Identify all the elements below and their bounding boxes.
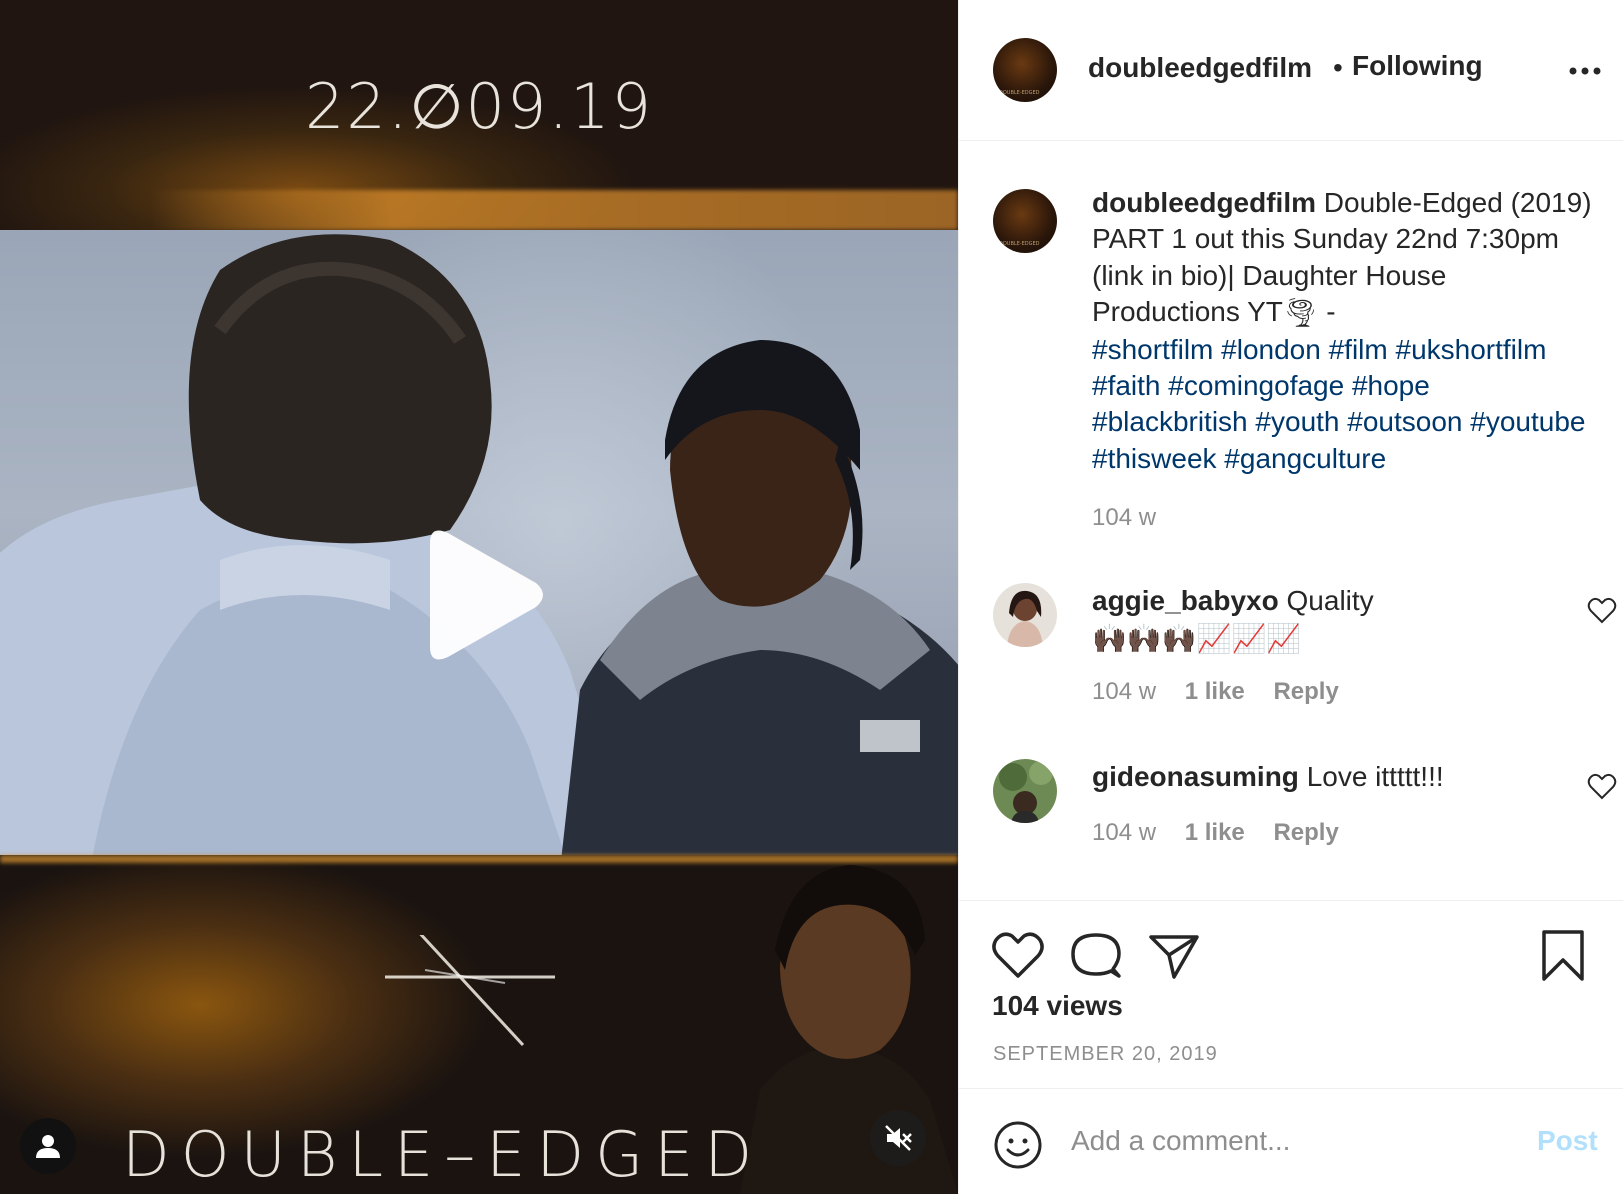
- muted-speaker-icon: [885, 1125, 912, 1151]
- caption-text: doubleedgedfilm Double-Edged (2019) PART…: [1092, 185, 1592, 477]
- post-actions: 104 views SEPTEMBER 20, 2019: [959, 900, 1623, 1089]
- tornado-emoji: 🌪: [1282, 297, 1319, 329]
- comment-emojis: 🙌🏿🙌🏿🙌🏿📈📈📈: [1092, 622, 1302, 654]
- logo-cross-mark: [385, 935, 555, 1047]
- post-date[interactable]: SEPTEMBER 20, 2019: [993, 1043, 1218, 1066]
- hashtag[interactable]: #hope: [1352, 370, 1430, 401]
- video-date-overlay: 22.∅09.19: [304, 70, 654, 143]
- mute-button[interactable]: [870, 1110, 926, 1166]
- comment-likes[interactable]: 1 like: [1185, 678, 1245, 705]
- save-bookmark-icon[interactable]: [1536, 929, 1590, 981]
- author-avatar[interactable]: DOUBLE-EDGED: [993, 38, 1057, 102]
- comment-timestamp[interactable]: 104 w: [1092, 678, 1156, 705]
- comment-text: gideonasuming Love ittttt!!!: [1092, 759, 1547, 795]
- hashtag[interactable]: #comingofage: [1168, 370, 1344, 401]
- comment-text: aggie_babyxo Quality 🙌🏿🙌🏿🙌🏿📈📈📈: [1092, 583, 1547, 657]
- reply-button[interactable]: Reply: [1273, 819, 1338, 846]
- commenter-avatar[interactable]: [993, 583, 1057, 647]
- comment-like-heart-icon[interactable]: [1587, 597, 1617, 625]
- emoji-picker-icon[interactable]: [992, 1119, 1044, 1171]
- hashtag[interactable]: #gangculture: [1224, 443, 1386, 474]
- hashtag[interactable]: #shortfilm: [1092, 334, 1213, 365]
- comment-body: Quality: [1286, 585, 1374, 616]
- hashtag[interactable]: #thisweek: [1092, 443, 1217, 474]
- post-video[interactable]: 22.∅09.19 DOUBLE–EDGED: [0, 0, 958, 1194]
- comment-meta: 104 w 1 like Reply: [1092, 678, 1361, 706]
- post-header: DOUBLE-EDGED doubleedgedfilm • Following: [959, 0, 1623, 141]
- comment-like-heart-icon[interactable]: [1587, 773, 1617, 801]
- comment-likes[interactable]: 1 like: [1185, 819, 1245, 846]
- add-comment-bar: Post: [959, 1089, 1623, 1194]
- comment-input[interactable]: [1071, 1111, 1491, 1171]
- view-count[interactable]: 104 views: [992, 990, 1123, 1022]
- hashtag[interactable]: #youth: [1255, 406, 1339, 437]
- hashtag[interactable]: #outsoon: [1347, 406, 1462, 437]
- tagged-users-button[interactable]: [20, 1118, 76, 1174]
- commenter-avatar[interactable]: [993, 759, 1057, 823]
- comment-meta: 104 w 1 like Reply: [1092, 819, 1361, 847]
- following-button[interactable]: Following: [1352, 50, 1483, 82]
- play-icon[interactable]: [418, 525, 548, 665]
- caption-avatar[interactable]: DOUBLE-EDGED: [993, 189, 1057, 253]
- hashtag[interactable]: #faith: [1092, 370, 1161, 401]
- caption-username[interactable]: doubleedgedfilm: [1092, 187, 1316, 218]
- comment-timestamp[interactable]: 104 w: [1092, 819, 1156, 846]
- light-streak: [150, 190, 958, 230]
- caption-dash: -: [1318, 295, 1336, 327]
- video-title-overlay: DOUBLE–EDGED: [122, 1118, 764, 1191]
- post-comment-button[interactable]: Post: [1537, 1125, 1598, 1157]
- commenter-username[interactable]: gideonasuming: [1092, 761, 1299, 792]
- like-heart-icon[interactable]: [991, 929, 1045, 981]
- commenter-username[interactable]: aggie_babyxo: [1092, 585, 1279, 616]
- hashtag[interactable]: #london: [1221, 334, 1321, 365]
- post-side-panel: DOUBLE-EDGED doubleedgedfilm • Following…: [958, 0, 1623, 1194]
- hashtag[interactable]: #blackbritish: [1092, 406, 1248, 437]
- reply-button[interactable]: Reply: [1273, 678, 1338, 705]
- share-plane-icon[interactable]: [1147, 929, 1201, 981]
- caption-timestamp[interactable]: 104 w: [1092, 504, 1156, 532]
- user-icon: [36, 1135, 60, 1158]
- header-separator: •: [1333, 52, 1343, 83]
- author-username[interactable]: doubleedgedfilm: [1088, 52, 1312, 84]
- comment-body: Love ittttt!!!: [1306, 761, 1444, 792]
- hashtag[interactable]: #film: [1329, 334, 1388, 365]
- more-options-icon[interactable]: [1565, 56, 1605, 86]
- hashtag[interactable]: #ukshortfilm: [1396, 334, 1547, 365]
- hashtag[interactable]: #youtube: [1470, 406, 1585, 437]
- person-front-figure: [561, 340, 958, 855]
- comment-bubble-icon[interactable]: [1069, 929, 1123, 981]
